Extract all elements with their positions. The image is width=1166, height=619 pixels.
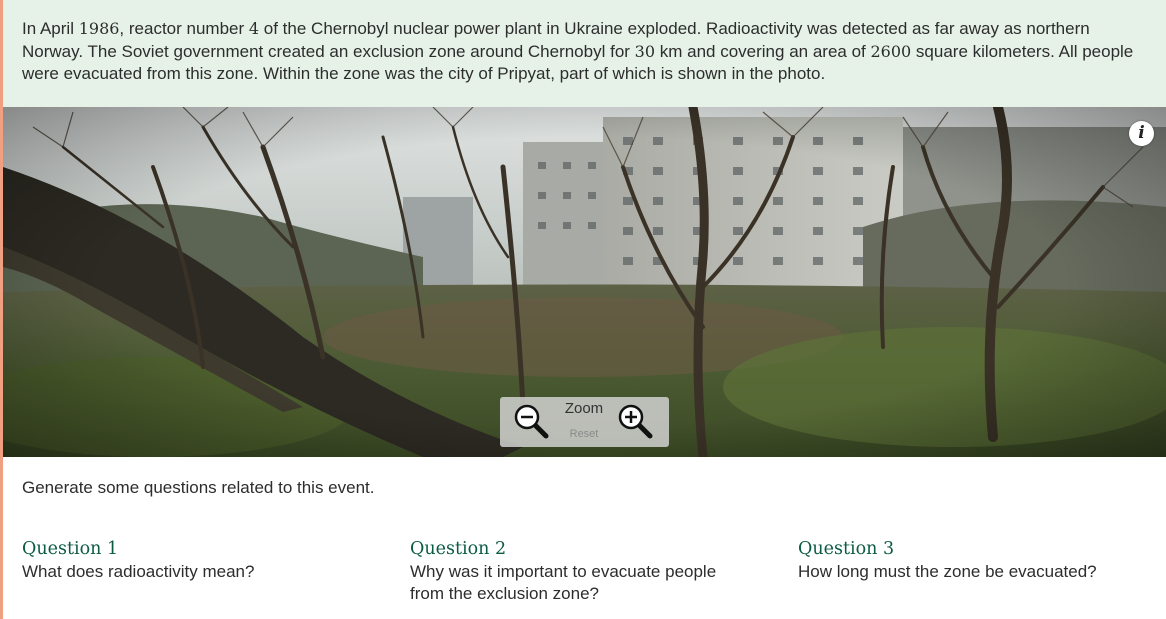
- question-3: Question 3 How long must the zone be eva…: [798, 538, 1138, 583]
- zoom-label: Zoom: [564, 400, 604, 417]
- intro-zone-area: 2600: [870, 41, 912, 61]
- question-2: Question 2 Why was it important to evacu…: [410, 538, 750, 605]
- intro-reactor-number: 4: [248, 19, 260, 38]
- question-title: Question 2: [410, 539, 507, 559]
- intro-text-4: km and covering an area of: [655, 41, 871, 61]
- zoom-reset-button[interactable]: Reset: [555, 428, 613, 440]
- question-title: Question 1: [22, 539, 119, 559]
- zoom-out-icon: [514, 404, 549, 439]
- question-text: Why was it important to evacuate people …: [410, 562, 717, 603]
- info-icon[interactable]: i: [1129, 121, 1154, 146]
- question-title: Question 3: [798, 539, 895, 559]
- zoom-in-button[interactable]: [617, 403, 655, 441]
- question-text: How long must the zone be evacuated?: [798, 562, 1097, 581]
- question-1: Question 1 What does radioactivity mean?: [22, 538, 362, 583]
- zoom-out-button[interactable]: [513, 403, 551, 441]
- intro-year: 1986: [78, 19, 120, 38]
- zoom-in-icon: [618, 404, 653, 439]
- intro-text-1: In April: [22, 19, 79, 38]
- task-prompt: Generate some questions related to this …: [22, 478, 375, 497]
- intro-text-2: , reactor number: [119, 19, 249, 38]
- panorama-photo[interactable]: i Zoom Reset: [3, 107, 1166, 457]
- question-text: What does radioactivity mean?: [22, 562, 255, 581]
- page: In April 1986, reactor number 4 of the C…: [0, 0, 1166, 619]
- intro-paragraph: In April 1986, reactor number 4 of the C…: [3, 0, 1166, 107]
- zoom-controls: Zoom Reset: [500, 397, 669, 447]
- intro-zone-radius: 30: [634, 41, 656, 61]
